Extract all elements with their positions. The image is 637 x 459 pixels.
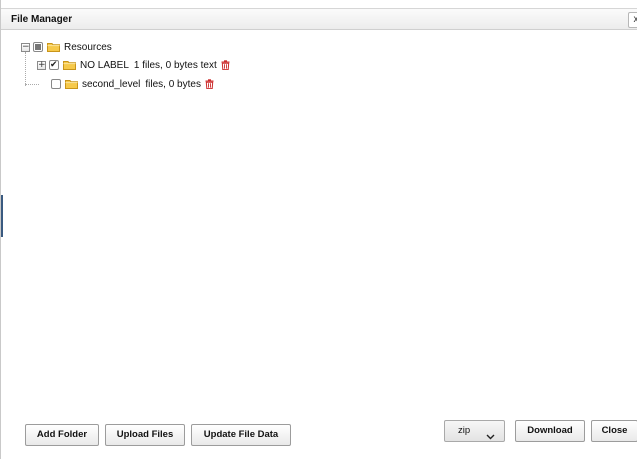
folder-icon <box>63 60 76 70</box>
tree-checkbox-no-label[interactable] <box>49 59 59 70</box>
trash-icon[interactable] <box>221 60 230 71</box>
title-bar: File Manager x <box>1 8 637 30</box>
folder-icon <box>65 79 78 89</box>
chevron-down-icon <box>486 428 495 448</box>
collapse-icon[interactable]: − <box>21 42 30 52</box>
folder-icon <box>47 42 60 52</box>
tree-guide-horizontal <box>25 84 39 85</box>
tree-node-no-label[interactable]: + NO LABEL 1 files, 0 bytes text <box>37 58 230 72</box>
archive-format-select[interactable]: zip <box>444 420 505 442</box>
tree-node-label: second_level <box>82 78 141 90</box>
update-file-data-button[interactable]: Update File Data <box>191 424 291 446</box>
archive-format-value: zip <box>458 425 471 436</box>
trash-icon[interactable] <box>205 79 214 90</box>
tree-node-resources[interactable]: − Resources <box>21 40 112 54</box>
add-folder-button[interactable]: Add Folder <box>25 424 99 446</box>
tree-node-second-level[interactable]: second_level files, 0 bytes <box>51 77 214 91</box>
download-button[interactable]: Download <box>515 420 585 442</box>
dialog-title: File Manager <box>11 14 73 25</box>
tree-node-label: NO LABEL <box>80 59 129 71</box>
tree-checkbox-resources[interactable] <box>33 42 43 52</box>
upload-files-button[interactable]: Upload Files <box>105 424 185 446</box>
tree-node-meta: 1 files, 0 bytes text <box>133 59 217 71</box>
left-edge-accent <box>1 195 3 237</box>
file-manager-dialog: File Manager x − Resources + NO LABEL 1 … <box>0 0 637 459</box>
tree-guide-vertical <box>25 52 26 86</box>
tree-node-label: Resources <box>64 41 112 53</box>
expand-icon[interactable]: + <box>37 60 46 70</box>
close-icon[interactable]: x <box>628 12 637 28</box>
tree-checkbox-second-level[interactable] <box>51 79 61 89</box>
close-button[interactable]: Close <box>591 420 637 442</box>
tree-node-meta: files, 0 bytes <box>145 78 201 90</box>
